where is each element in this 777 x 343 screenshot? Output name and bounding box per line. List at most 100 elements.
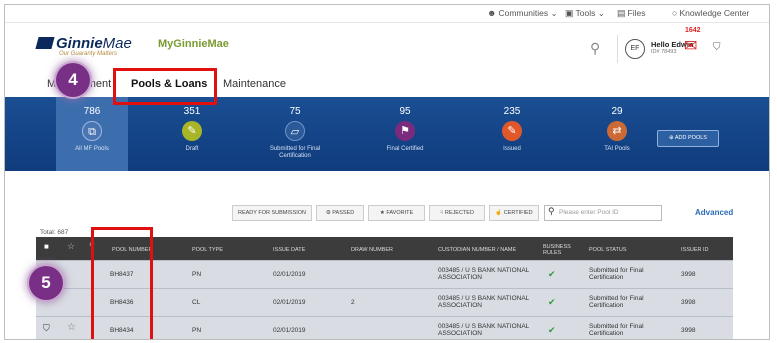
- pool-status-cell: Submitted for Final Certification: [589, 267, 644, 281]
- status-label-tai-pools[interactable]: TAI Pools: [577, 146, 657, 153]
- tools-label: Tools: [575, 8, 596, 18]
- draw-number-cell: 2: [351, 299, 355, 306]
- status-count-all-mf-pools: 786: [83, 106, 101, 117]
- favorite-filter[interactable]: ★ FAVORITE: [368, 205, 425, 221]
- advanced-search-link[interactable]: Advanced: [695, 208, 733, 217]
- logo-text-mae: Mae: [102, 35, 132, 52]
- custodian-cell: 003485 / U S BANK NATIONAL ASSOCIATION: [438, 323, 530, 337]
- mail-icon[interactable]: ✉: [684, 36, 697, 56]
- star-icon: ★: [379, 210, 385, 216]
- ginniemae-logo[interactable]: GinnieMae: [35, 35, 132, 52]
- status-label-submitted[interactable]: Submitted for Final Certification: [255, 146, 335, 160]
- app-frame: ☻ Communities ⌄ ▣ Tools ⌄ ▤ Files ○ Knowledg…: [4, 4, 770, 340]
- add-pools-label: ADD POOLS: [674, 135, 707, 141]
- thumbs-down-icon: ☟: [440, 210, 444, 216]
- check-icon: ✔: [548, 325, 556, 335]
- custodian-cell: 003485 / U S BANK NATIONAL ASSOCIATION: [438, 295, 530, 309]
- pool-status-cell: Submitted for Final Certification: [589, 323, 644, 337]
- lightbulb-icon: ○: [672, 8, 678, 18]
- pool-type-cell: CL: [192, 299, 201, 306]
- app-name: MyGinnieMae: [158, 38, 229, 50]
- issuer-id-cell: 3998: [681, 271, 696, 278]
- passed-icon: ⚙: [325, 210, 331, 216]
- knowledge-center-link[interactable]: ○ Knowledge Center: [672, 8, 749, 18]
- status-count-issued: 235: [503, 106, 521, 117]
- passed-label: PASSED: [332, 210, 355, 216]
- flag-icon[interactable]: ⚑: [395, 121, 415, 141]
- files-label: Files: [627, 8, 646, 18]
- check-icon: ✔: [548, 297, 556, 307]
- col-issuer-id[interactable]: ISSUER ID: [681, 247, 709, 253]
- edit-icon[interactable]: ✎: [182, 121, 202, 141]
- favorite-label: FAVORITE: [386, 210, 414, 216]
- pool-id-search-input[interactable]: Please enter Pool ID: [544, 205, 662, 221]
- files-icon: ▤: [617, 8, 626, 18]
- col-issue-date[interactable]: ISSUE DATE: [273, 247, 305, 253]
- favorite-column-icon: ☆: [67, 241, 76, 251]
- plus-icon: ⊕: [669, 135, 674, 141]
- status-count-final-certified: 95: [399, 106, 411, 117]
- search-icon: ⚲: [548, 206, 555, 216]
- lock-icon[interactable]: ⛉: [43, 324, 50, 333]
- tools-menu[interactable]: ▣ Tools ⌄: [565, 8, 605, 19]
- pool-status-cell: Submitted for Final Certification: [589, 295, 644, 309]
- issue-date-cell: 02/01/2019: [273, 327, 306, 334]
- passed-filter[interactable]: ⚙ PASSED: [316, 205, 364, 221]
- tools-icon: ▣: [565, 8, 574, 18]
- header-divider: [617, 35, 618, 63]
- status-count-submitted: 75: [289, 106, 301, 117]
- lock-icon[interactable]: ⛉: [713, 42, 721, 53]
- pool-type-cell: PN: [192, 271, 202, 278]
- status-label-final-certified[interactable]: Final Certified: [365, 146, 445, 153]
- communities-menu[interactable]: ☻ Communities ⌄: [487, 8, 558, 19]
- total-count: Total: 687: [40, 229, 69, 236]
- logo-tagline: Our Guaranty Matters: [59, 51, 118, 57]
- step-5-badge: 5: [29, 266, 63, 300]
- files-link[interactable]: ▤ Files: [617, 8, 645, 19]
- add-pools-button[interactable]: ⊕ ADD POOLS: [657, 130, 719, 147]
- status-label-all-mf-pools[interactable]: All MF Pools: [52, 146, 132, 153]
- status-label-issued[interactable]: Issued: [472, 146, 552, 153]
- certified-label: CERTIFIED: [503, 210, 533, 216]
- tab-maintenance[interactable]: Maintenance: [223, 78, 286, 90]
- issue-date-cell: 02/01/2019: [273, 271, 306, 278]
- copy-icon[interactable]: ⧉: [82, 121, 102, 141]
- mail-count-badge: 1642: [685, 27, 701, 34]
- rejected-label: REJECTED: [444, 210, 474, 216]
- avatar[interactable]: EF: [625, 39, 645, 59]
- select-all-checkbox[interactable]: ■: [44, 243, 49, 251]
- issuer-id-cell: 3998: [681, 299, 696, 306]
- user-id: ID# 78493: [651, 49, 677, 55]
- col-business-rules[interactable]: BUSINESS RULES: [543, 244, 571, 256]
- step-4-badge: 4: [56, 63, 90, 97]
- status-label-draft[interactable]: Draft: [152, 146, 232, 153]
- issued-icon[interactable]: ✎: [502, 121, 522, 141]
- certified-filter[interactable]: ☝ CERTIFIED: [489, 205, 539, 221]
- col-custodian[interactable]: CUSTODIAN NUMBER / NAME: [438, 247, 516, 253]
- pools-loans-highlight: [113, 68, 217, 105]
- rejected-filter[interactable]: ☟ REJECTED: [429, 205, 485, 221]
- issue-date-cell: 02/01/2019: [273, 299, 306, 306]
- col-pool-type[interactable]: POOL TYPE: [192, 247, 223, 253]
- col-pool-status[interactable]: POOL STATUS: [589, 247, 627, 253]
- col-draw-number[interactable]: DRAW NUMBER: [351, 247, 393, 253]
- ready-for-submission-filter[interactable]: READY FOR SUBMISSION: [232, 205, 312, 221]
- status-count-tai-pools: 29: [611, 106, 623, 117]
- logo-text-ginnie: Ginnie: [56, 35, 103, 52]
- logo-mark-icon: [35, 37, 55, 49]
- custodian-cell: 003485 / U S BANK NATIONAL ASSOCIATION: [438, 267, 530, 281]
- knowledge-label: Knowledge Center: [679, 8, 750, 18]
- utility-bar: [5, 5, 769, 23]
- pool-type-cell: PN: [192, 327, 202, 334]
- thumbs-up-icon: ☝: [495, 210, 503, 216]
- check-icon: ✔: [548, 269, 556, 279]
- communities-label: Communities: [498, 8, 549, 18]
- issuer-id-cell: 3998: [681, 327, 696, 334]
- pool-number-highlight: [91, 227, 153, 339]
- communities-icon: ☻: [487, 8, 497, 18]
- transfer-icon[interactable]: ⇄: [607, 121, 627, 141]
- star-icon[interactable]: ☆: [67, 323, 76, 333]
- status-count-draft: 351: [183, 106, 201, 117]
- inbox-icon[interactable]: ▱: [285, 121, 305, 141]
- search-icon[interactable]: ⚲: [590, 40, 600, 57]
